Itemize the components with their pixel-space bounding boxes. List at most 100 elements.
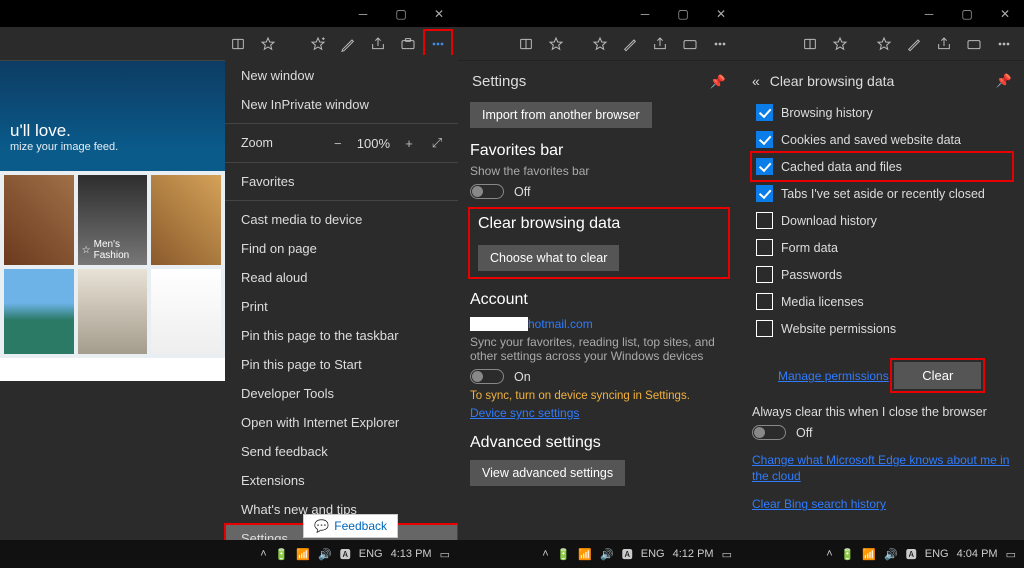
add-favorite-icon[interactable] (586, 30, 614, 58)
clear-option-row[interactable]: Media licenses (752, 288, 1012, 315)
clear-option-row[interactable]: Form data (752, 234, 1012, 261)
clear-option-row[interactable]: Website permissions (752, 315, 1012, 342)
notifications-icon[interactable]: ▭ (722, 548, 732, 561)
menu-cast[interactable]: Cast media to device (225, 205, 458, 234)
ime-icon[interactable]: 🅰 (906, 546, 917, 562)
notes-icon[interactable] (616, 30, 644, 58)
import-browser-button[interactable]: Import from another browser (470, 102, 652, 128)
menu-pin-start[interactable]: Pin this page to Start (225, 350, 458, 379)
image-tile[interactable] (151, 175, 221, 265)
more-menu-icon[interactable] (990, 30, 1018, 58)
wifi-icon[interactable]: 📶 (862, 548, 876, 561)
checkbox[interactable] (756, 320, 773, 337)
notes-icon[interactable] (900, 30, 928, 58)
battery-icon[interactable]: 🔋 (557, 548, 571, 561)
battery-icon[interactable]: 🔋 (841, 548, 855, 561)
add-favorite-icon[interactable] (304, 30, 332, 58)
checkbox[interactable] (756, 158, 773, 175)
hub-icon[interactable] (960, 30, 988, 58)
lang-indicator[interactable]: ENG (925, 548, 949, 560)
wifi-icon[interactable]: 📶 (578, 548, 592, 561)
view-advanced-button[interactable]: View advanced settings (470, 460, 625, 486)
clear-option-row[interactable]: Download history (752, 207, 1012, 234)
reading-view-icon[interactable] (796, 30, 824, 58)
minimize-button[interactable]: ─ (344, 0, 382, 27)
tray-up-icon[interactable]: ˄ (542, 548, 548, 560)
account-email[interactable]: xxxxxxxxxhotmail.com (470, 317, 593, 331)
minimize-button[interactable]: ─ (626, 0, 664, 27)
notes-icon[interactable] (334, 30, 362, 58)
close-button[interactable]: ✕ (420, 0, 458, 27)
clock[interactable]: 4:04 PM (957, 548, 998, 560)
image-tile[interactable] (4, 175, 74, 265)
favorite-star-icon[interactable] (254, 30, 282, 58)
volume-icon[interactable]: 🔊 (600, 548, 614, 561)
ime-icon[interactable]: 🅰 (340, 546, 351, 562)
close-button[interactable]: ✕ (986, 0, 1024, 27)
more-menu-icon[interactable] (424, 30, 452, 58)
volume-icon[interactable]: 🔊 (884, 548, 898, 561)
menu-feedback[interactable]: Send feedback (225, 437, 458, 466)
pin-icon[interactable]: 📌 (996, 73, 1012, 89)
maximize-button[interactable]: ▢ (664, 0, 702, 27)
notifications-icon[interactable]: ▭ (440, 548, 450, 561)
checkbox[interactable] (756, 212, 773, 229)
favorite-star-icon[interactable] (826, 30, 854, 58)
close-button[interactable]: ✕ (702, 0, 740, 27)
tray-up-icon[interactable]: ˄ (260, 548, 266, 560)
checkbox[interactable] (756, 131, 773, 148)
pin-icon[interactable]: 📌 (710, 74, 726, 90)
clock[interactable]: 4:12 PM (673, 548, 714, 560)
checkbox[interactable] (756, 185, 773, 202)
menu-pin-taskbar[interactable]: Pin this page to the taskbar (225, 321, 458, 350)
volume-icon[interactable]: 🔊 (318, 548, 332, 561)
clear-button[interactable]: Clear (894, 362, 981, 389)
hub-icon[interactable] (676, 30, 704, 58)
battery-icon[interactable]: 🔋 (275, 548, 289, 561)
zoom-out-button[interactable]: − (329, 136, 347, 151)
share-icon[interactable] (930, 30, 958, 58)
back-button[interactable]: « (752, 73, 760, 89)
manage-permissions-link[interactable]: Manage permissions (778, 368, 889, 384)
favorites-bar-toggle[interactable] (470, 184, 504, 199)
menu-extensions[interactable]: Extensions (225, 466, 458, 495)
image-tile[interactable] (78, 269, 148, 354)
clear-bing-link[interactable]: Clear Bing search history (752, 496, 886, 512)
checkbox[interactable] (756, 239, 773, 256)
always-clear-toggle[interactable] (752, 425, 786, 440)
tray-up-icon[interactable]: ˄ (826, 548, 832, 560)
minimize-button[interactable]: ─ (910, 0, 948, 27)
lang-indicator[interactable]: ENG (359, 548, 383, 560)
hub-icon[interactable] (394, 30, 422, 58)
image-tile[interactable] (4, 269, 74, 354)
zoom-in-button[interactable]: + (400, 136, 418, 151)
menu-read-aloud[interactable]: Read aloud (225, 263, 458, 292)
reading-view-icon[interactable] (224, 30, 252, 58)
wifi-icon[interactable]: 📶 (296, 548, 310, 561)
menu-print[interactable]: Print (225, 292, 458, 321)
clock[interactable]: 4:13 PM (391, 548, 432, 560)
clear-option-row[interactable]: Cached data and files (752, 153, 1012, 180)
favorite-star-icon[interactable] (542, 30, 570, 58)
device-sync-link[interactable]: Device sync settings (470, 406, 728, 420)
lang-indicator[interactable]: ENG (641, 548, 665, 560)
add-favorite-icon[interactable] (870, 30, 898, 58)
fullscreen-button[interactable]: ⤢ (428, 135, 446, 151)
feedback-button[interactable]: 💬 Feedback (303, 514, 398, 538)
checkbox[interactable] (756, 293, 773, 310)
maximize-button[interactable]: ▢ (948, 0, 986, 27)
maximize-button[interactable]: ▢ (382, 0, 420, 27)
menu-devtools[interactable]: Developer Tools (225, 379, 458, 408)
clear-option-row[interactable]: Passwords (752, 261, 1012, 288)
reading-view-icon[interactable] (512, 30, 540, 58)
menu-new-window[interactable]: New window (225, 61, 458, 90)
menu-find[interactable]: Find on page (225, 234, 458, 263)
image-tile[interactable] (151, 269, 221, 354)
share-icon[interactable] (646, 30, 674, 58)
clear-option-row[interactable]: Browsing history (752, 99, 1012, 126)
clear-option-row[interactable]: Tabs I've set aside or recently closed (752, 180, 1012, 207)
menu-favorites[interactable]: Favorites (225, 167, 458, 196)
sync-toggle[interactable] (470, 369, 504, 384)
menu-open-ie[interactable]: Open with Internet Explorer (225, 408, 458, 437)
share-icon[interactable] (364, 30, 392, 58)
